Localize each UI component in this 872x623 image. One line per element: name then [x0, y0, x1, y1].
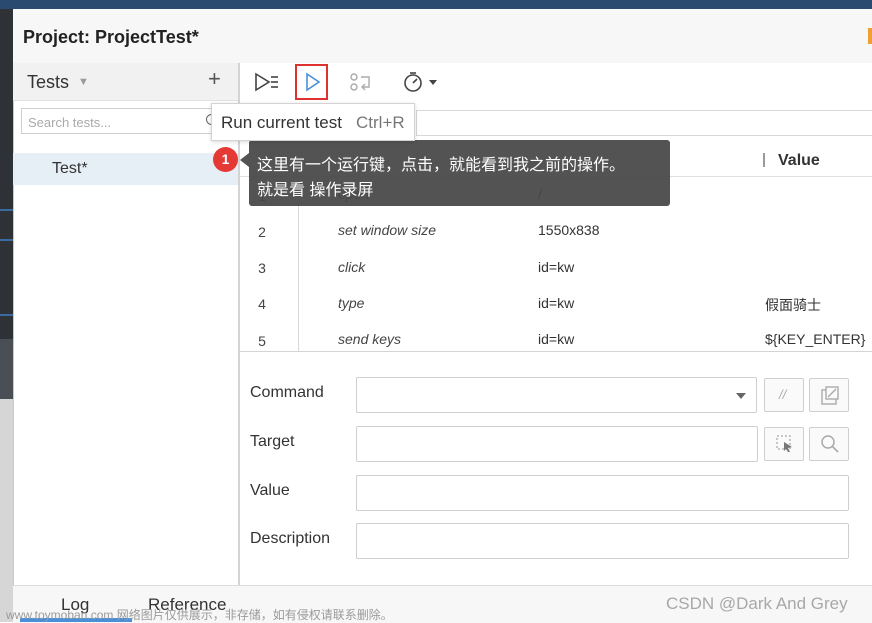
base-url-input[interactable] — [416, 110, 872, 136]
row-command[interactable]: set window size — [338, 222, 436, 238]
callout-pointer — [240, 153, 249, 167]
description-input[interactable] — [356, 523, 849, 559]
value-label: Value — [250, 482, 290, 499]
row-number: 3 — [258, 260, 266, 276]
search-tests-input[interactable]: Search tests... — [21, 108, 221, 134]
run-button-highlight — [295, 64, 328, 100]
column-header-value: Value — [778, 152, 820, 169]
target-input[interactable] — [356, 426, 758, 462]
row-command[interactable]: type — [338, 295, 364, 311]
chevron-down-icon[interactable] — [736, 393, 746, 399]
tooltip-label: Run current test — [221, 113, 342, 132]
watermark-site: www.toymoban.com 网络图片仅供展示，非存储，如有侵权请联系删除。 — [6, 608, 393, 622]
project-title[interactable]: Project: ProjectTest* — [23, 27, 199, 48]
row-command[interactable]: click — [338, 259, 365, 275]
row-number: 2 — [258, 224, 266, 240]
magnifier-icon — [821, 435, 839, 453]
panel-divider — [238, 63, 240, 585]
callout-text-line1: 这里有一个运行键，点击，就能看到我之前的操作。 — [257, 157, 626, 174]
description-label: Description — [250, 530, 331, 547]
bg-stripe — [0, 314, 13, 316]
toolbar — [240, 63, 872, 99]
run-all-tests-icon[interactable] — [254, 72, 280, 92]
background-window-edge — [0, 0, 872, 9]
row-target[interactable]: id=kw — [538, 295, 574, 311]
row-command[interactable]: send keys — [338, 331, 401, 347]
test-list-item-label: Test* — [52, 160, 88, 177]
tests-dropdown-label[interactable]: Tests — [27, 72, 69, 93]
row-number: 4 — [258, 296, 266, 312]
comment-icon: // — [779, 387, 787, 402]
project-edge-accent — [868, 28, 872, 44]
bg-block — [0, 339, 13, 399]
caret-down-icon[interactable]: ▼ — [78, 76, 89, 88]
target-label: Target — [250, 433, 295, 450]
callout-text-line2: 就是看 操作录屏 — [257, 182, 374, 199]
command-label: Command — [250, 384, 324, 401]
external-link-icon — [821, 386, 839, 405]
open-reference-button[interactable] — [809, 378, 849, 412]
background-app-strip — [0, 9, 13, 622]
bg-block — [0, 399, 13, 622]
step-badge: 1 — [213, 147, 238, 172]
row-value[interactable]: ${KEY_ENTER} — [765, 331, 865, 347]
speed-timer-icon[interactable] — [402, 70, 440, 94]
bg-stripe — [0, 209, 13, 211]
row-target[interactable]: id=kw — [538, 259, 574, 275]
command-select[interactable] — [356, 377, 757, 413]
row-target[interactable]: 1550x838 — [538, 222, 600, 238]
row-value[interactable]: 假面骑士 — [765, 295, 821, 315]
row-number: 5 — [258, 333, 266, 349]
watermark-author: CSDN @Dark And Grey — [666, 594, 848, 613]
select-target-button[interactable] — [764, 427, 804, 461]
select-element-icon — [776, 435, 792, 452]
value-input[interactable] — [356, 475, 849, 511]
comment-toggle-button[interactable]: // — [764, 378, 804, 412]
tooltip-shortcut: Ctrl+R — [356, 113, 405, 132]
add-test-button[interactable]: + — [208, 68, 221, 90]
step-over-icon[interactable] — [349, 72, 373, 92]
column-separator — [763, 153, 765, 167]
table-bottom-border — [240, 351, 872, 352]
find-target-button[interactable] — [809, 427, 849, 461]
row-target[interactable]: id=kw — [538, 331, 574, 347]
test-list-item[interactable] — [13, 153, 239, 185]
bg-stripe — [0, 239, 13, 241]
